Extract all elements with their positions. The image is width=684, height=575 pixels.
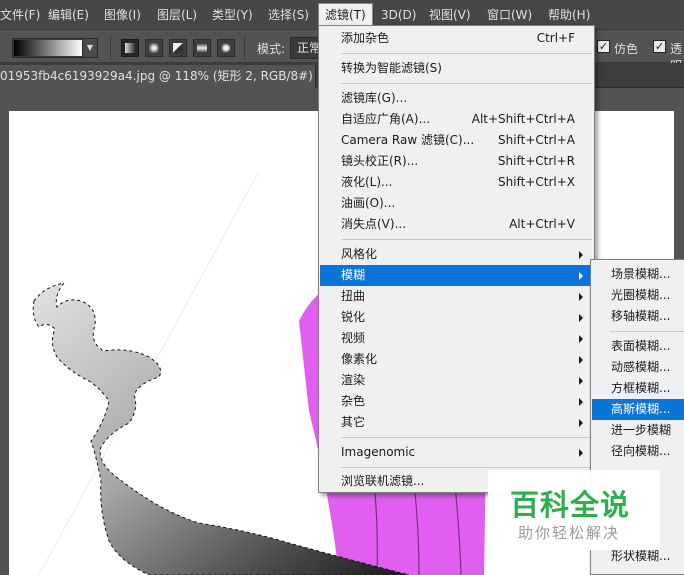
chevron-down-icon[interactable]: ▼ xyxy=(82,39,97,57)
submenu-item-tilt-shift[interactable]: 移轴模糊... xyxy=(592,306,684,327)
menu-type[interactable]: 类型(Y) xyxy=(212,6,253,24)
menu-item-vanishing-point[interactable]: 消失点(V)... Alt+Ctrl+V xyxy=(320,214,593,235)
menu-divider xyxy=(341,53,592,54)
menu-edit[interactable]: 编辑(E) xyxy=(48,6,89,24)
menu-file[interactable]: 文件(F) xyxy=(0,6,40,24)
chevron-right-icon xyxy=(579,377,583,385)
submenu-item-box-blur[interactable]: 方框模糊... xyxy=(592,378,684,399)
dither-label: 仿色 xyxy=(614,42,639,56)
menu-item-video[interactable]: 视频 xyxy=(320,328,593,349)
submenu-item-blur-more[interactable]: 进一步模糊 xyxy=(592,420,684,441)
menu-select[interactable]: 选择(S) xyxy=(268,6,309,24)
gradient-swatch[interactable] xyxy=(14,40,82,56)
watermark-title: 百科全说 xyxy=(510,488,631,522)
menu-item-filter-gallery[interactable]: 滤镜库(G)... xyxy=(320,88,593,109)
menu-item-camera-raw[interactable]: Camera Raw 滤镜(C)... Shift+Ctrl+A xyxy=(320,130,593,151)
menu-item-lens-correction[interactable]: 镜头校正(R)... Shift+Ctrl+R xyxy=(320,151,593,172)
menu-item-sharpen[interactable]: 锐化 xyxy=(320,307,593,328)
watermark: 百科全说 助你轻松解决 xyxy=(488,470,660,550)
chevron-right-icon xyxy=(579,272,583,280)
chevron-right-icon xyxy=(579,251,583,259)
mode-label: 模式: xyxy=(257,42,286,56)
menu-layer[interactable]: 图层(L) xyxy=(157,6,197,24)
document-tab[interactable]: 01953fb4c6193929a4.jpg @ 118% (矩形 2, RGB… xyxy=(0,65,316,88)
submenu-item-radial-blur[interactable]: 径向模糊... xyxy=(592,441,684,462)
menu-divider xyxy=(341,467,592,468)
submenu-item-iris-blur[interactable]: 光圈模糊... xyxy=(592,285,684,306)
menu-item-convert-smart-filter[interactable]: 转换为智能滤镜(S) xyxy=(320,58,593,79)
chevron-right-icon xyxy=(579,419,583,427)
menu-item-add-noise[interactable]: 添加杂色 Ctrl+F xyxy=(320,28,593,49)
menu-window[interactable]: 窗口(W) xyxy=(487,6,532,24)
chevron-right-icon xyxy=(579,356,583,364)
separator xyxy=(244,36,245,60)
menu-view[interactable]: 视图(V) xyxy=(429,6,471,24)
filter-menu: 添加杂色 Ctrl+F 转换为智能滤镜(S) 滤镜库(G)... 自适应广角(A)… xyxy=(318,25,595,493)
menu-divider xyxy=(341,239,592,240)
menu-3d[interactable]: 3D(D) xyxy=(381,6,416,24)
chevron-right-icon xyxy=(579,398,583,406)
diamond-gradient-icon xyxy=(221,43,231,53)
gradient-picker[interactable]: ▼ xyxy=(12,38,98,58)
watermark-subtitle: 助你轻松解决 xyxy=(518,524,621,542)
chevron-right-icon xyxy=(579,335,583,343)
diamond-gradient-button[interactable] xyxy=(217,39,235,57)
reflected-gradient-icon xyxy=(197,43,207,53)
menu-item-liquify[interactable]: 液化(L)... Shift+Ctrl+X xyxy=(320,172,593,193)
menu-item-blur[interactable]: 模糊 xyxy=(320,265,593,286)
linear-gradient-button[interactable] xyxy=(121,39,139,57)
linear-gradient-icon xyxy=(125,43,135,53)
menu-divider xyxy=(341,83,592,84)
submenu-item-motion-blur[interactable]: 动感模糊... xyxy=(592,357,684,378)
menu-filter[interactable]: 滤镜(T) xyxy=(318,3,373,26)
menu-item-render[interactable]: 渲染 xyxy=(320,370,593,391)
angle-gradient-button[interactable] xyxy=(169,39,187,57)
menu-item-distort[interactable]: 扭曲 xyxy=(320,286,593,307)
chevron-right-icon xyxy=(579,449,583,457)
menu-help[interactable]: 帮助(H) xyxy=(548,6,590,24)
menu-item-imagenomic[interactable]: Imagenomic xyxy=(320,442,593,463)
menu-divider xyxy=(341,437,592,438)
dither-checkbox[interactable]: ✓ xyxy=(597,40,610,53)
chevron-right-icon xyxy=(579,293,583,301)
chevron-right-icon xyxy=(579,314,583,322)
transparency-checkbox[interactable]: ✓ xyxy=(653,40,666,53)
menu-item-noise[interactable]: 杂色 xyxy=(320,391,593,412)
menu-item-oil-paint[interactable]: 油画(O)... xyxy=(320,193,593,214)
menu-item-stylize[interactable]: 风格化 xyxy=(320,244,593,265)
submenu-item-field-blur[interactable]: 场景模糊... xyxy=(592,264,684,285)
menu-image[interactable]: 图像(I) xyxy=(104,6,141,24)
submenu-item-surface-blur[interactable]: 表面模糊... xyxy=(592,336,684,357)
menu-divider xyxy=(610,331,684,332)
reflected-gradient-button[interactable] xyxy=(193,39,211,57)
menu-item-pixelate[interactable]: 像素化 xyxy=(320,349,593,370)
angle-gradient-icon xyxy=(173,43,183,53)
radial-gradient-button[interactable] xyxy=(145,39,163,57)
submenu-item-gaussian-blur[interactable]: 高斯模糊... xyxy=(592,399,684,420)
menu-item-other[interactable]: 其它 xyxy=(320,412,593,433)
radial-gradient-icon xyxy=(149,43,159,53)
menu-item-adaptive-wide-angle[interactable]: 自适应广角(A)... Alt+Shift+Ctrl+A xyxy=(320,109,593,130)
separator xyxy=(110,36,111,60)
document-tab-title: 01953fb4c6193929a4.jpg @ 118% (矩形 2, RGB… xyxy=(0,69,316,83)
